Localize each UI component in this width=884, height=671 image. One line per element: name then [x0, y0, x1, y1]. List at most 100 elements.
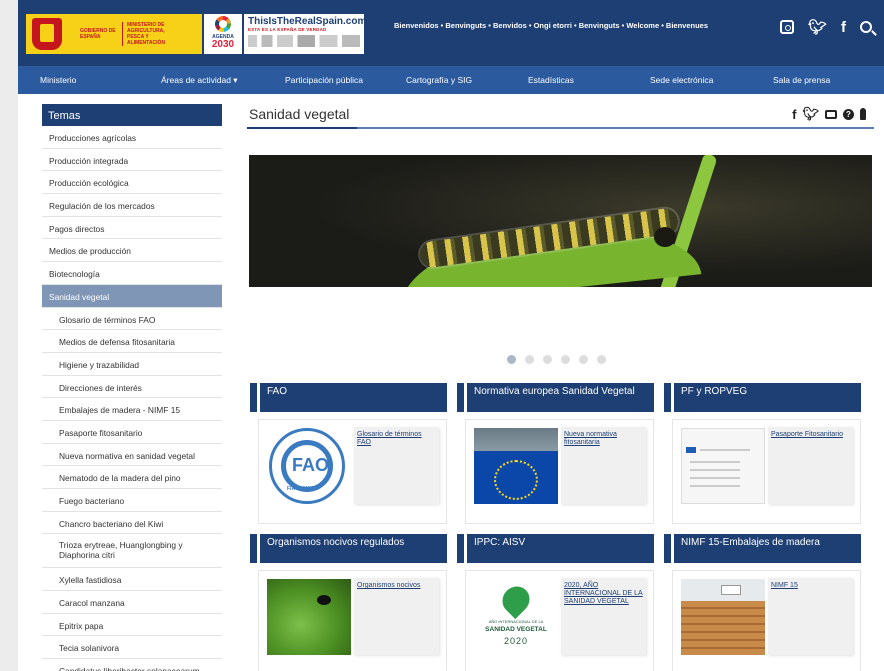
sidebar-item-pagos-directos[interactable]: Pagos directos	[42, 217, 222, 240]
sdg-wheel-icon	[215, 16, 231, 32]
card-nimf15: NIMF 15-Embalajes de madera NIMF 15	[664, 534, 861, 671]
eu-flags-image[interactable]	[474, 428, 558, 504]
nav-participacion-publica[interactable]: Participación pública	[285, 75, 363, 85]
card-ippc-aisv: IPPC: AISV AÑO INTERNACIONAL DE LA SANID…	[457, 534, 654, 671]
accessibility-icon[interactable]	[860, 108, 866, 120]
card-fao: FAO FAO FIAT PANIS Glosario de términos …	[250, 383, 447, 528]
sidebar-subitem[interactable]: Pasaporte fitosanitario	[42, 421, 222, 444]
card-normativa-europea: Normativa europea Sanidad Vegetal Nueva …	[457, 383, 654, 528]
sidebar-subitem[interactable]: Trioza erytreae, Huanglongbing y Diaphor…	[42, 534, 222, 569]
card-body: Pasaporte Fitosanitario	[672, 419, 861, 524]
sidebar-item-producciones-agricolas[interactable]: Producciones agrícolas	[42, 126, 222, 149]
sidebar-subitem[interactable]: Glosario de términos FAO	[42, 308, 222, 331]
sidebar-subitem[interactable]: Higiene y trazabilidad	[42, 353, 222, 376]
card-link[interactable]: Glosario de términos FAO	[354, 427, 439, 504]
title-underline	[247, 127, 874, 129]
card-heading: NIMF 15-Embalajes de madera	[664, 534, 861, 563]
card-heading: FAO	[250, 383, 447, 412]
sidebar-subitem[interactable]: Fuego bacteriano	[42, 489, 222, 512]
realspain-title: ThisIsTheRealSpain.com	[248, 16, 367, 27]
card-body: FAO FIAT PANIS Glosario de términos FAO	[258, 419, 447, 524]
leaf-icon	[496, 580, 536, 620]
nav-ministerio[interactable]: Ministerio	[40, 75, 76, 85]
hero-carousel-image[interactable]	[249, 155, 872, 287]
logo-line1: AÑO INTERNACIONAL DE LA	[488, 619, 544, 624]
search-icon[interactable]	[860, 21, 872, 33]
carousel-dot[interactable]	[561, 355, 570, 364]
realspain-banner[interactable]: ThisIsTheRealSpain.com ESTA ES LA ESPAÑA…	[244, 14, 367, 54]
sidebar-subitem[interactable]: Embalajes de madera - NIMF 15	[42, 398, 222, 421]
card-link[interactable]: 2020, AÑO INTERNACIONAL DE LA SANIDAD VE…	[561, 578, 646, 655]
nav-sala-prensa[interactable]: Sala de prensa	[773, 75, 830, 85]
carousel-dot[interactable]	[543, 355, 552, 364]
realspain-tagline: ESTA ES LA ESPAÑA DE VERDAD	[248, 27, 327, 32]
agenda-2030-logo[interactable]: AGENDA 2030	[204, 14, 242, 54]
sidebar-item-regulacion-mercados[interactable]: Regulación de los mercados	[42, 194, 222, 217]
sidebar-subitem[interactable]: Direcciones de interés	[42, 376, 222, 399]
card-heading: PF y ROPVEG	[664, 383, 861, 412]
logo-line2: SANIDAD VEGETAL	[485, 626, 547, 633]
sidebar-item-biotecnologia[interactable]: Biotecnología	[42, 262, 222, 285]
sidebar-subitem[interactable]: Chancro bacteriano del Kiwi	[42, 512, 222, 535]
sidebar-subitem[interactable]: Epitrix papa	[42, 614, 222, 637]
card-link[interactable]: Organismos nocivos	[354, 578, 439, 655]
sidebar-subitem[interactable]: Nueva normativa en sanidad vegetal	[42, 444, 222, 467]
card-body: Organismos nocivos	[258, 570, 447, 671]
carousel-dot[interactable]	[525, 355, 534, 364]
nav-areas-actividad[interactable]: Áreas de actividad ▾	[161, 75, 238, 86]
government-logo[interactable]: GOBIERNO DE ESPAÑA MINISTERIO DE AGRICUL…	[26, 14, 202, 54]
coat-of-arms-icon	[32, 18, 62, 50]
twitter-icon[interactable]: 🐦︎	[808, 18, 827, 36]
main-nav: Ministerio Áreas de actividad ▾ Particip…	[18, 66, 884, 94]
card-link[interactable]: NIMF 15	[768, 578, 853, 655]
plant-health-2020-logo[interactable]: AÑO INTERNACIONAL DE LA SANIDAD VEGETAL …	[474, 579, 558, 655]
sidebar-subitem[interactable]: Nematodo de la madera del pino	[42, 466, 222, 489]
facebook-icon[interactable]: f	[841, 19, 846, 36]
sidebar-subitem[interactable]: Xylella fastidiosa	[42, 568, 222, 592]
page: GOBIERNO DE ESPAÑA MINISTERIO DE AGRICUL…	[18, 0, 884, 671]
nav-estadisticas[interactable]: Estadísticas	[528, 75, 574, 85]
card-heading: Normativa europea Sanidad Vegetal	[457, 383, 654, 412]
eu-stars	[494, 460, 538, 500]
site-header: GOBIERNO DE ESPAÑA MINISTERIO DE AGRICUL…	[18, 0, 884, 66]
sidebar-item-medios-produccion[interactable]: Medios de producción	[42, 239, 222, 263]
skyline-image	[248, 35, 360, 47]
card-body: NIMF 15	[672, 570, 861, 671]
passport-document-image[interactable]	[681, 428, 765, 504]
card-pf-ropveg: PF y ROPVEG Pasaporte Fitosanitario	[664, 383, 861, 528]
sidebar-subitem[interactable]: Medios de defensa fitosanitaria	[42, 330, 222, 353]
logo-line3: 2020	[503, 636, 529, 646]
sidebar-item-produccion-integrada[interactable]: Producción integrada	[42, 149, 222, 172]
card-link[interactable]: Pasaporte Fitosanitario	[768, 427, 853, 504]
carousel-dot[interactable]	[579, 355, 588, 364]
twitter-icon[interactable]: 🐦︎	[802, 106, 819, 122]
share-tools: f 🐦︎ ?	[792, 106, 866, 122]
carousel-dot[interactable]	[597, 355, 606, 364]
sidebar-item-produccion-ecologica[interactable]: Producción ecológica	[42, 171, 222, 195]
facebook-icon[interactable]: f	[792, 107, 796, 122]
sidebar-subitem[interactable]: Candidatus liberibacter solanacearum	[42, 659, 222, 671]
nav-sede-electronica[interactable]: Sede electrónica	[650, 75, 713, 85]
welcome-languages[interactable]: Bienvenidos • Benvinguts • Benvidos • On…	[394, 21, 708, 30]
help-icon[interactable]: ?	[843, 108, 854, 120]
carousel-dots	[507, 355, 606, 364]
agenda-year: 2030	[211, 39, 235, 50]
sidebar-item-sanidad-vegetal[interactable]: Sanidad vegetal	[42, 284, 222, 308]
wood-pallets-image[interactable]	[681, 579, 765, 655]
gov-label: GOBIERNO DE ESPAÑA	[80, 28, 116, 40]
nav-cartografia-sig[interactable]: Cartografía y SIG	[406, 75, 472, 85]
print-icon[interactable]	[825, 109, 837, 119]
sidebar-heading: Temas	[42, 104, 222, 126]
card-heading: Organismos nocivos regulados	[250, 534, 447, 563]
sidebar-subitem[interactable]: Caracol manzana	[42, 591, 222, 614]
fao-logo[interactable]: FAO FIAT PANIS	[267, 428, 351, 504]
card-link[interactable]: Nueva normativa fitosanitaria	[561, 427, 646, 504]
pest-on-leaf-image[interactable]	[267, 579, 351, 655]
fao-logo-text: FAO	[292, 455, 330, 475]
page-title: Sanidad vegetal	[249, 106, 350, 122]
instagram-icon[interactable]	[779, 20, 794, 34]
sidebar-subitem[interactable]: Tecia solanivora	[42, 636, 222, 660]
card-body: Nueva normativa fitosanitaria	[465, 419, 654, 524]
ministry-label: MINISTERIO DE AGRICULTURA, PESCA Y ALIME…	[122, 22, 178, 46]
carousel-dot[interactable]	[507, 355, 516, 364]
